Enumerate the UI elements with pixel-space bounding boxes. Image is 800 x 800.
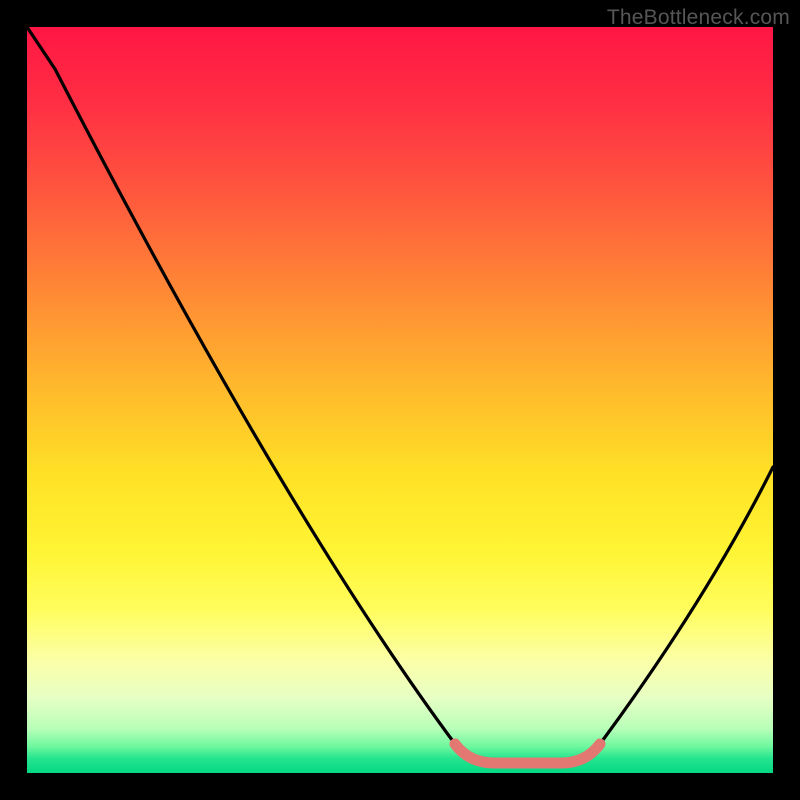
chart-stage: TheBottleneck.com xyxy=(0,0,800,800)
plot-layer xyxy=(27,27,773,773)
accent-trough xyxy=(455,744,600,763)
watermark-text: TheBottleneck.com xyxy=(607,6,790,30)
bottleneck-curve xyxy=(27,27,773,763)
